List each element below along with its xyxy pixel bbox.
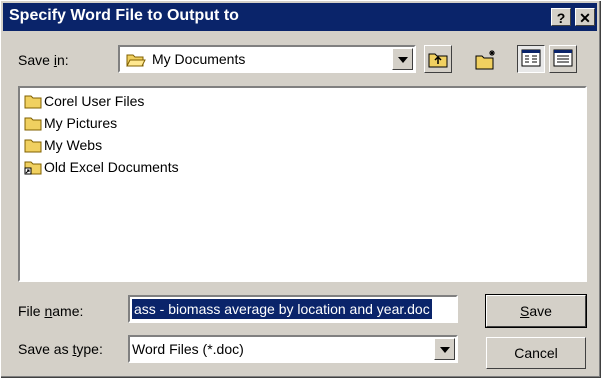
open-folder-icon (126, 54, 146, 67)
details-view-icon (553, 49, 573, 67)
title-bar[interactable]: Specify Word File to Output to ? ✕ (3, 3, 597, 31)
save-as-type-label: Save as type: (18, 341, 103, 357)
create-new-folder-icon (475, 50, 495, 70)
list-view-button[interactable] (517, 45, 545, 73)
cancel-button[interactable]: Cancel (486, 337, 586, 369)
file-name-value: ass - biomass average by location and ye… (132, 299, 432, 319)
create-new-folder-button[interactable] (471, 45, 499, 73)
file-name-input[interactable]: ass - biomass average by location and ye… (128, 295, 458, 323)
chevron-down-icon[interactable] (392, 48, 413, 70)
folder-icon (24, 95, 42, 109)
save-as-type-value: Word Files (*.doc) (132, 341, 244, 357)
save-in-value: My Documents (152, 51, 246, 67)
save-in-dropdown[interactable]: My Documents (118, 45, 416, 73)
details-view-button[interactable] (549, 45, 577, 73)
up-one-level-icon (428, 53, 448, 68)
save-dialog: Specify Word File to Output to ? ✕ Save … (0, 0, 602, 379)
folder-shortcut-icon (24, 161, 42, 175)
list-view-icon (521, 49, 541, 67)
close-button[interactable]: ✕ (575, 8, 595, 26)
chevron-down-icon[interactable] (434, 338, 455, 360)
save-button[interactable]: Save (485, 294, 587, 328)
file-list[interactable]: Corel User Files My Pictures My Webs Old… (18, 86, 587, 282)
up-one-level-button[interactable] (424, 45, 452, 73)
close-icon: ✕ (579, 10, 591, 26)
help-button[interactable]: ? (551, 8, 571, 26)
folder-icon (24, 117, 42, 131)
file-name-label: File name: (18, 303, 84, 319)
save-in-label: Save in: (18, 52, 69, 68)
save-as-type-dropdown[interactable]: Word Files (*.doc) (128, 335, 458, 363)
folder-icon (24, 139, 42, 153)
dialog-title: Specify Word File to Output to (9, 7, 239, 24)
